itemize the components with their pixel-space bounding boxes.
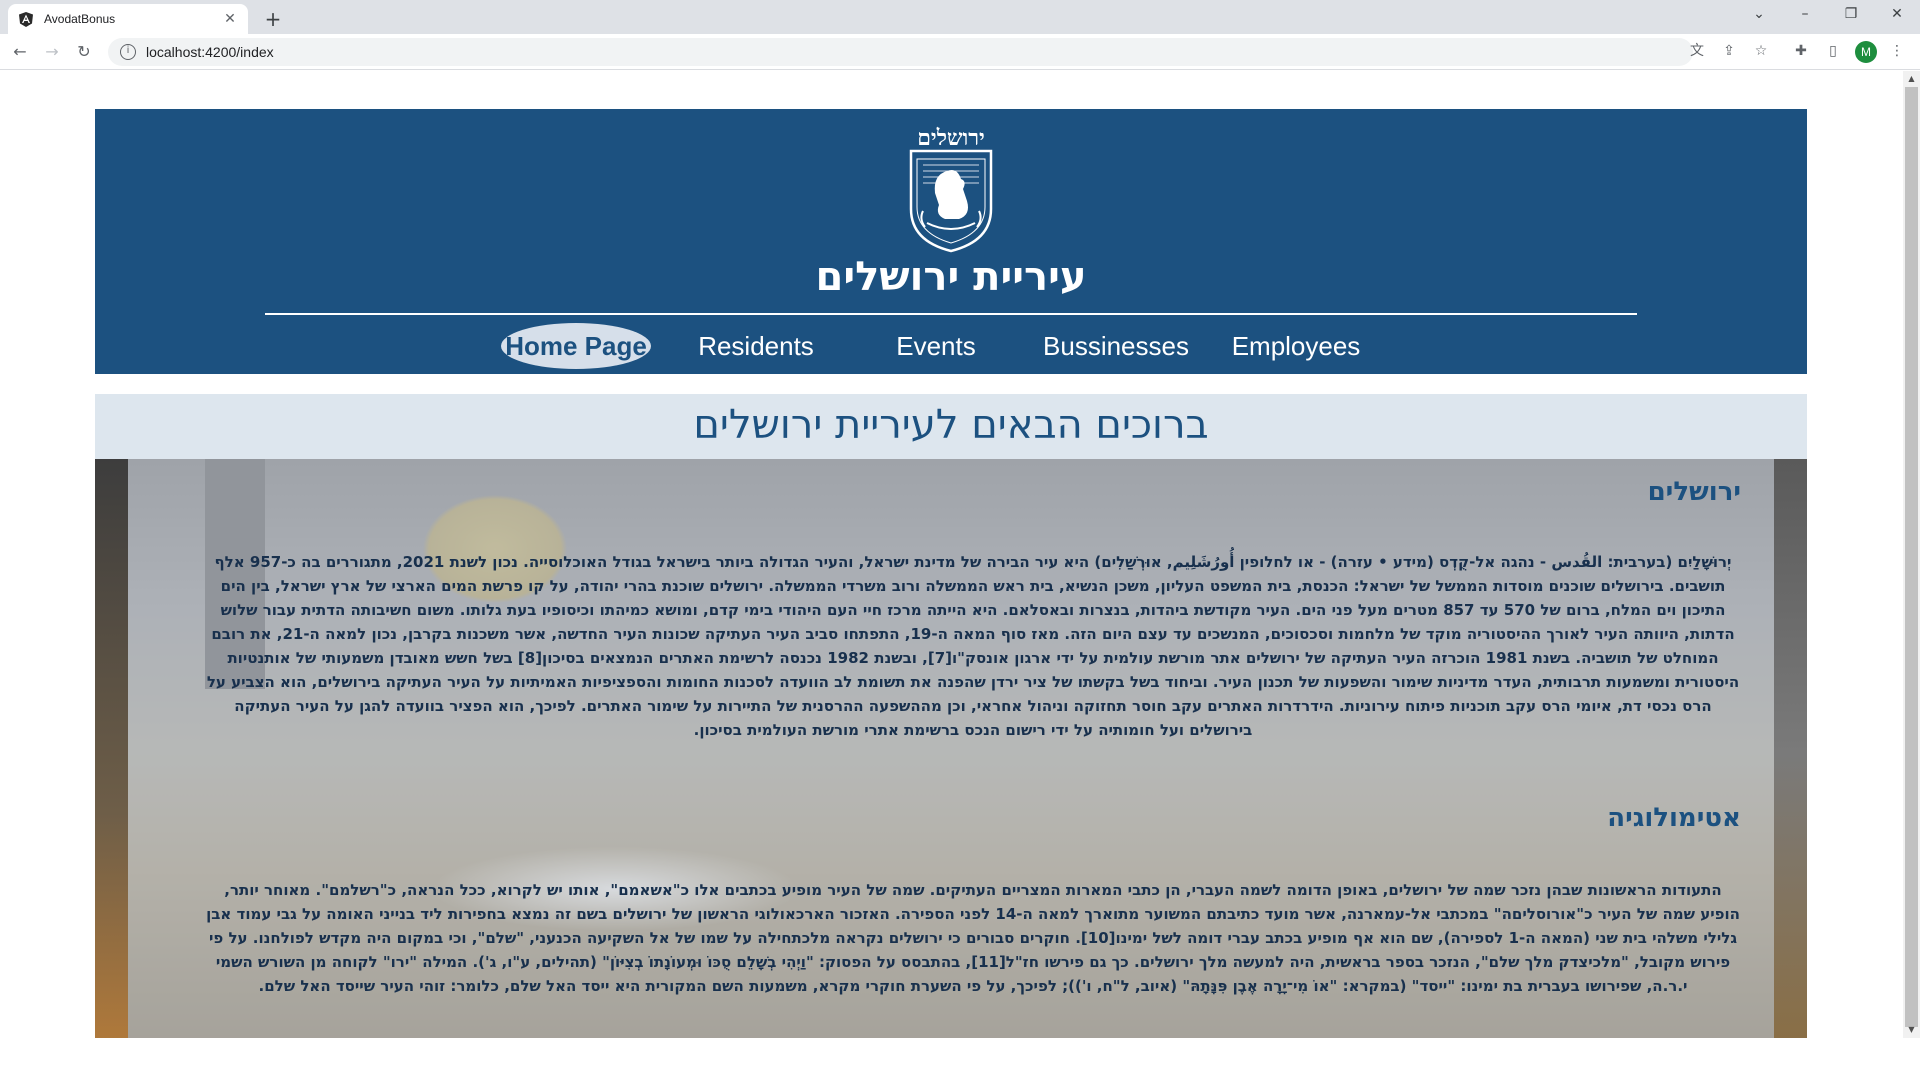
content-panel: ירושלים יְרוּשָׁלַיִם (בערבית: القُدس - … — [128, 459, 1774, 1038]
url-text: localhost:4200/index — [146, 44, 274, 60]
new-tab-icon[interactable]: + — [260, 6, 286, 32]
section-text-jerusalem: יְרוּשָׁלַיִם (בערבית: القُدس - נהגה אל-… — [206, 553, 1740, 739]
nav-events[interactable]: Events — [861, 323, 1011, 369]
reload-icon[interactable]: ↻ — [70, 38, 98, 66]
side-panel-icon[interactable]: ▯ — [1822, 40, 1844, 62]
jerusalem-emblem: ירושלים — [905, 123, 997, 253]
browser-tab[interactable]: AvodatBonus ✕ — [8, 4, 248, 34]
profile-avatar[interactable]: M — [1855, 41, 1877, 63]
header-divider — [265, 313, 1637, 315]
site-info-icon[interactable]: i — [120, 44, 136, 60]
window-close-icon[interactable]: ✕ — [1874, 0, 1920, 30]
nav-businesses[interactable]: Bussinesses — [1041, 323, 1191, 369]
tab-close-icon[interactable]: ✕ — [222, 11, 238, 27]
restore-icon[interactable]: ❐ — [1828, 0, 1874, 30]
page-scrollbar[interactable]: ▲ ▼ — [1903, 71, 1920, 1038]
browser-tab-strip: AvodatBonus ✕ + ⌄ – ❐ ✕ — [0, 0, 1920, 34]
lion-shield-icon — [909, 149, 993, 253]
page-viewport: ירושלים עיריית ירושלים Home Page Residen… — [0, 71, 1903, 1038]
forward-icon[interactable]: → — [38, 38, 66, 66]
scrollbar-thumb[interactable] — [1905, 87, 1918, 1027]
tab-search-icon[interactable]: ⌄ — [1736, 0, 1782, 30]
nav-employees[interactable]: Employees — [1221, 323, 1371, 369]
share-icon[interactable]: ⇪ — [1719, 41, 1739, 61]
menu-kebab-icon[interactable]: ⋮ — [1886, 40, 1908, 62]
section-title-etymology: אטימולוגיה — [1607, 803, 1741, 833]
background-left-strip — [95, 459, 128, 1038]
browser-toolbar: ← → ↻ i localhost:4200/index 文 ⇪ ☆ ✚ ▯ ⋮ — [0, 34, 1920, 70]
address-bar[interactable]: i localhost:4200/index — [108, 38, 1693, 66]
site-header: ירושלים עיריית ירושלים Home Page Residen… — [95, 109, 1807, 374]
bookmark-star-icon[interactable]: ☆ — [1751, 41, 1771, 61]
nav-home-page[interactable]: Home Page — [501, 323, 651, 369]
scroll-up-icon[interactable]: ▲ — [1903, 71, 1920, 87]
extensions-icon[interactable]: ✚ — [1790, 40, 1812, 62]
scroll-down-icon[interactable]: ▼ — [1903, 1022, 1920, 1038]
section-text-etymology: התעודות הראשונות שבהן נזכר שמה של ירושלי… — [206, 881, 1740, 995]
section-title-jerusalem: ירושלים — [1647, 477, 1741, 507]
angular-favicon-icon — [18, 11, 34, 27]
background-right-strip — [1774, 459, 1807, 1038]
main-nav: Home Page Residents Events Bussinesses E… — [95, 323, 1807, 369]
nav-residents[interactable]: Residents — [681, 323, 831, 369]
minimize-icon[interactable]: – — [1782, 0, 1828, 30]
back-icon[interactable]: ← — [6, 38, 34, 66]
translate-icon[interactable]: 文 — [1687, 41, 1707, 61]
welcome-banner: ברוכים הבאים לעיריית ירושלים — [95, 394, 1807, 459]
city-title: עיריית ירושלים — [815, 254, 1087, 300]
tab-title: AvodatBonus — [44, 12, 116, 26]
jerusalem-background-image: ירושלים יְרוּשָׁלַיִם (בערבית: القُدس - … — [95, 459, 1807, 1038]
